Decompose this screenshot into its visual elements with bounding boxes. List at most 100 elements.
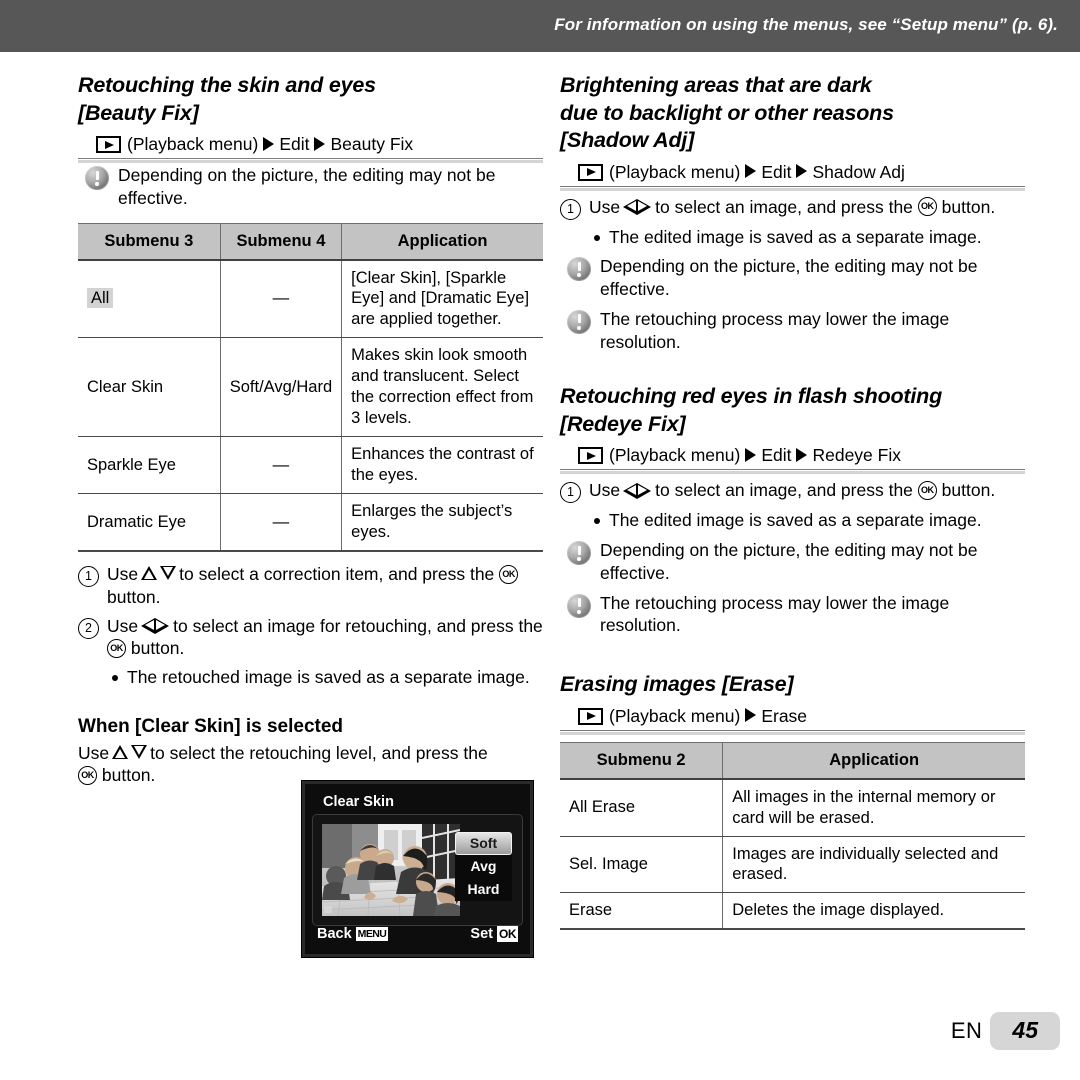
chevron-right-icon (263, 136, 275, 151)
warning-icon (567, 309, 591, 334)
chevron-right-icon (745, 164, 757, 179)
ok-button-icon: OK (107, 639, 126, 659)
page-footer: EN 45 (951, 1012, 1060, 1050)
step-number: 1 (78, 566, 99, 588)
beauty-fix-title-line1: Retouching the skin and eyes (78, 73, 376, 97)
breadcrumb-erase: (Playback menu) Erase (560, 705, 1025, 735)
table-row: Sparkle Eye — Enhances the contrast of t… (78, 436, 543, 495)
lcd-set-action[interactable]: Set OK (470, 926, 518, 942)
bullet-dot-icon (594, 234, 600, 241)
arrow-left-icon (623, 482, 638, 499)
page-title-beauty-fix: Retouching the skin and eyes [Beauty Fix… (78, 72, 543, 127)
page-header-bar: For information on using the menus, see … (0, 0, 1080, 52)
lcd-title: Clear Skin (323, 794, 394, 810)
breadcrumb-redeye-fix: (Playback menu) Edit Redeye Fix (560, 445, 1025, 475)
step-1: 1 Use to select a correction item, and pr… (78, 563, 543, 609)
header-notice: For information on using the menus, see … (554, 15, 1058, 34)
shadow-adj-steps: 1 Use to select an image, and press the O… (560, 196, 1025, 249)
warning-icon (567, 257, 591, 282)
cell-submenu3: Sparkle Eye (78, 436, 221, 495)
lcd-back-label: Back (317, 926, 352, 942)
table-row: Clear Skin Soft/Avg/Hard Makes skin look… (78, 337, 543, 438)
note-text: Depending on the picture, the editing ma… (118, 165, 496, 208)
cell-submenu2: Erase (560, 892, 724, 931)
step-number: 1 (560, 482, 581, 504)
step-1: 1 Use to select an image, and press the O… (560, 196, 1025, 220)
step-bullet: The edited image is saved as a separate … (594, 509, 1025, 532)
table-header-row: Submenu 2 Application (560, 741, 1025, 780)
note-redeye-resolution: The retouching process may lower the ima… (560, 592, 1025, 638)
step-text: Use to select a correction item, and pres… (107, 563, 543, 609)
step-2: 2 Use to select an image for retouching, … (78, 615, 543, 661)
step-text: Use to select an image, and press the OK … (589, 196, 996, 217)
left-column: Retouching the skin and eyes [Beauty Fix… (78, 72, 543, 787)
arrow-left-icon (141, 617, 156, 634)
beauty-fix-steps: 1 Use to select a correction item, and pr… (78, 563, 543, 689)
table-row: Erase Deletes the image displayed. (560, 892, 1025, 931)
option-hard[interactable]: Hard (455, 878, 512, 901)
redeye-title-line1: Retouching red eyes in flash shooting (560, 384, 943, 409)
note-text: The retouching process may lower the ima… (600, 592, 950, 636)
ok-button-icon: OK (917, 481, 937, 501)
beauty-fix-title-line2: [Beauty Fix] (78, 100, 199, 125)
page-title-redeye-fix: Retouching red eyes in flash shooting [R… (560, 383, 1025, 438)
step-number: 2 (78, 617, 99, 639)
cell-application: Enhances the contrast of the eyes. (341, 436, 543, 495)
redeye-fix-steps: 1 Use to select an image, and press the O… (560, 479, 1025, 532)
step-1: 1 Use to select an image, and press the O… (560, 479, 1025, 504)
photo-thumbnail-graphic (322, 824, 460, 916)
breadcrumb-rule (560, 469, 1025, 475)
arrow-left-icon (623, 198, 638, 215)
cell-application: Images are individually selected and era… (722, 836, 1025, 894)
breadcrumb-step-edit: Edit (279, 134, 310, 155)
breadcrumb-menu-label: (Playback menu) (609, 705, 741, 726)
breadcrumb-step-shadow-adj: Shadow Adj (812, 161, 905, 182)
warning-icon (567, 541, 591, 566)
cell-application: Makes skin look smooth and translucent. … (341, 337, 543, 438)
ok-button-icon: OK (499, 564, 519, 584)
photo-thumbnail (322, 824, 460, 916)
table-row: Dramatic Eye — Enlarges the subject’s ey… (78, 493, 543, 553)
playback-icon (578, 707, 603, 725)
chevron-right-icon (745, 447, 757, 462)
breadcrumb-rule (560, 185, 1025, 192)
arrow-up-icon (141, 566, 158, 581)
cell-application: [Clear Skin], [Sparkle Eye] and [Dramati… (341, 259, 543, 339)
column-header-submenu4: Submenu 4 (220, 222, 343, 261)
breadcrumb-step-erase: Erase (761, 705, 808, 726)
shadow-adj-title-line1: Brightening areas that are dark (560, 73, 872, 97)
chevron-right-icon (796, 447, 808, 462)
cell-submenu3: Clear Skin (78, 337, 221, 438)
step-text: Use to select an image, and press the OK … (589, 480, 996, 501)
cell-submenu4: — (220, 493, 343, 553)
breadcrumb-rule (78, 158, 543, 164)
cell-submenu3: All (78, 259, 221, 339)
note-text: Depending on the picture, the editing ma… (600, 256, 978, 300)
arrow-right-icon (637, 482, 652, 499)
step-number: 1 (560, 198, 581, 220)
warning-icon (85, 166, 109, 191)
language-code: EN (950, 1018, 983, 1043)
playback-icon (578, 447, 603, 465)
option-avg[interactable]: Avg (455, 855, 512, 878)
chevron-right-icon (796, 164, 808, 179)
breadcrumb-step-edit: Edit (761, 445, 792, 466)
chevron-right-icon (745, 708, 757, 723)
arrow-up-icon (112, 744, 129, 759)
breadcrumb-step-edit: Edit (761, 161, 792, 182)
column-header-submenu3: Submenu 3 (78, 222, 221, 261)
table-row: Sel. Image Images are individually selec… (560, 836, 1025, 894)
lcd-back-action[interactable]: Back MENU (317, 926, 389, 942)
bullet-dot-icon (112, 675, 118, 682)
camera-screen-mockup: Clear Skin Soft Avg Hard Back MENU Set O… (302, 781, 533, 957)
table-row: All — [Clear Skin], [Sparkle Eye] and [D… (78, 259, 543, 339)
option-soft[interactable]: Soft (455, 832, 512, 855)
bullet-dot-icon (594, 518, 600, 525)
ok-button-icon: OK (917, 197, 937, 217)
playback-icon (578, 163, 603, 181)
cell-application: All images in the internal memory or car… (722, 778, 1025, 837)
menu-button-badge: MENU (355, 926, 389, 942)
retouch-level-options[interactable]: Soft Avg Hard (455, 832, 512, 901)
cell-submenu4: — (220, 259, 343, 339)
cell-submenu3: Dramatic Eye (78, 493, 221, 553)
